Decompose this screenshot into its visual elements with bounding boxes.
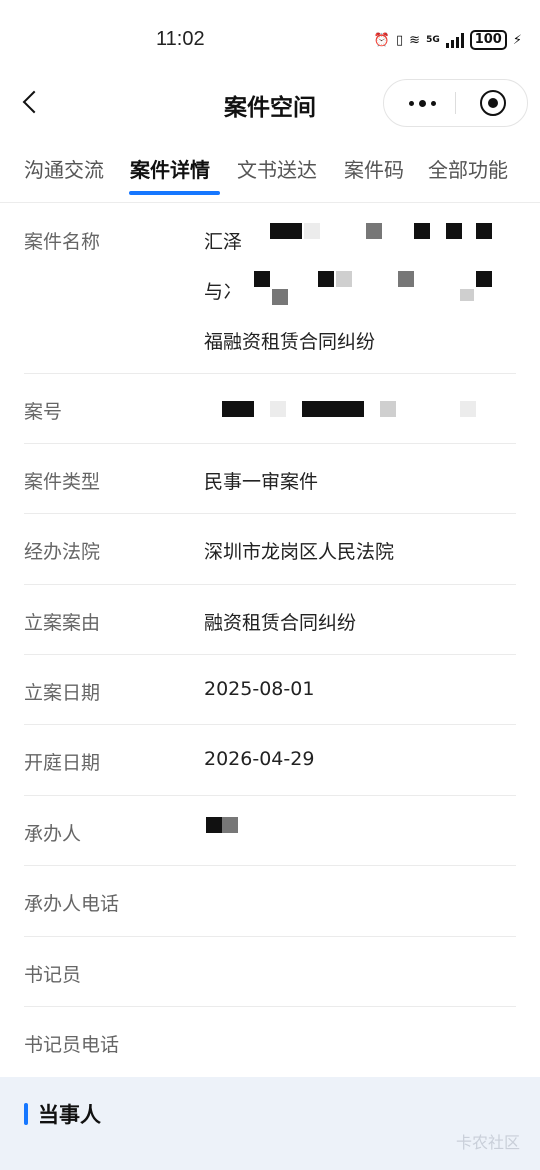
capsule-divider	[455, 92, 456, 114]
watermark: 卡农社区	[455, 1133, 520, 1152]
filing-date-value: 2025-08-01	[204, 678, 315, 700]
close-target-icon[interactable]	[480, 90, 506, 116]
mosaic-redaction	[270, 401, 286, 417]
court-value: 深圳市龙岗区人民法院	[204, 541, 395, 563]
mosaic-redaction	[206, 817, 222, 833]
signal-icon	[445, 32, 464, 48]
mosaic-redaction	[476, 271, 492, 287]
parties-section: 当事人 卡农社区	[0, 1077, 540, 1170]
case-name-line-2: 与冫	[204, 281, 243, 303]
navigation-bar: 案件空间	[0, 79, 540, 128]
case-name-line-3: 福融资租赁合同纠纷	[204, 331, 376, 353]
mosaic-redaction	[460, 401, 476, 417]
alarm-icon: ⏰	[373, 32, 390, 48]
judge-label: 承办人	[24, 823, 82, 845]
case-type-value: 民事一审案件	[204, 471, 319, 493]
mosaic-redaction	[476, 223, 492, 239]
mosaic-redaction	[304, 223, 320, 239]
court-label: 经办法院	[24, 541, 101, 563]
tab-case-code[interactable]: 案件码	[344, 154, 404, 183]
row-judge-phone: 承办人电话	[24, 865, 516, 937]
mosaic-redaction	[366, 223, 382, 239]
mosaic-redaction	[460, 289, 474, 301]
row-cause: 立案案由 融资租赁合同纠纷	[24, 584, 516, 655]
case-name-line-1: 汇泽	[204, 231, 243, 253]
row-case-name: 案件名称 汇泽 与冫 福融资租赁合同纠纷	[24, 203, 516, 374]
cause-value: 融资租赁合同纠纷	[204, 612, 357, 634]
mosaic-redaction	[318, 271, 334, 287]
mosaic-redaction	[272, 289, 288, 305]
case-type-label: 案件类型	[24, 471, 101, 493]
row-clerk-phone: 书记员电话	[24, 1006, 516, 1077]
row-judge: 承办人	[24, 795, 516, 866]
row-filing-date: 立案日期 2025-08-01	[24, 654, 516, 725]
active-tab-indicator	[129, 191, 220, 195]
hearing-date-value: 2026-04-29	[204, 748, 315, 770]
mosaic-redaction	[446, 223, 462, 239]
mosaic-redaction	[286, 223, 302, 239]
status-time: 11:02	[156, 28, 205, 50]
case-name-label: 案件名称	[24, 231, 101, 253]
mosaic-redaction	[222, 401, 254, 417]
mosaic-redaction	[336, 271, 352, 287]
mini-program-capsule	[383, 79, 528, 127]
mosaic-redaction	[270, 223, 286, 239]
mosaic-redaction	[254, 271, 270, 287]
case-number-label: 案号	[24, 401, 63, 423]
mosaic-redaction	[380, 401, 396, 417]
cause-label: 立案案由	[24, 612, 101, 634]
mosaic-redaction	[222, 817, 238, 833]
row-hearing-date: 开庭日期 2026-04-29	[24, 724, 516, 796]
clerk-label: 书记员	[24, 964, 82, 986]
row-case-type: 案件类型 民事一审案件	[24, 443, 516, 514]
parties-section-title: 当事人	[38, 1103, 101, 1127]
judge-phone-label: 承办人电话	[24, 893, 120, 915]
mosaic-redaction	[414, 223, 430, 239]
wifi-icon: ≋	[409, 32, 421, 48]
hearing-date-label: 开庭日期	[24, 752, 101, 774]
row-court: 经办法院 深圳市龙岗区人民法院	[24, 513, 516, 585]
network-type: 5G	[426, 35, 440, 45]
charging-icon: ⚡	[512, 32, 522, 48]
vibrate-icon: ▯	[396, 32, 404, 48]
tab-case-details[interactable]: 案件详情	[130, 154, 210, 183]
filing-date-label: 立案日期	[24, 682, 101, 704]
row-case-number: 案号	[24, 373, 516, 444]
tab-all-functions[interactable]: 全部功能	[428, 154, 508, 183]
mosaic-redaction	[398, 271, 414, 287]
section-accent-bar	[24, 1103, 28, 1125]
status-icons: ⏰ ▯ ≋ 5G 100 ⚡	[374, 30, 522, 50]
status-bar: 11:02 ⏰ ▯ ≋ 5G 100 ⚡	[0, 0, 540, 80]
tab-bar: 沟通交流 案件详情 文书送达 案件码 全部功能	[0, 146, 540, 203]
clerk-phone-label: 书记员电话	[24, 1034, 120, 1056]
mosaic-redaction	[302, 401, 364, 417]
more-options-icon[interactable]	[402, 80, 442, 126]
tab-communication[interactable]: 沟通交流	[24, 154, 104, 183]
row-clerk: 书记员	[24, 936, 516, 1007]
tab-document-service[interactable]: 文书送达	[237, 154, 317, 183]
battery-indicator: 100	[469, 30, 507, 50]
